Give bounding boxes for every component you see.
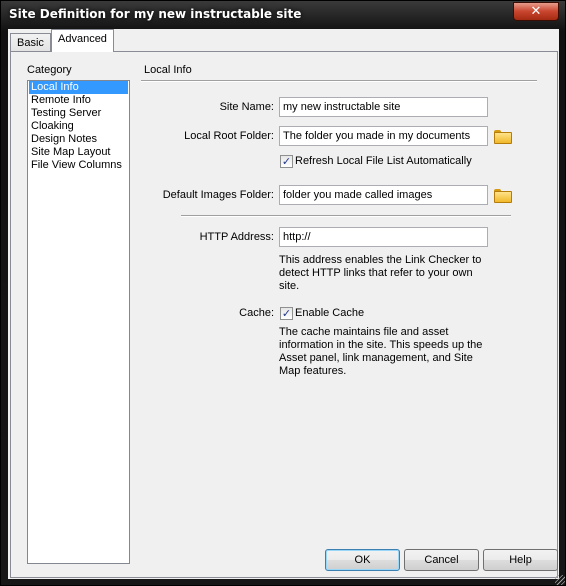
folder-icon[interactable]	[494, 130, 512, 144]
category-list[interactable]: Local Info Remote Info Testing Server Cl…	[27, 80, 130, 564]
category-item-file-view-columns[interactable]: File View Columns	[29, 159, 128, 172]
cache-label: Cache:	[239, 307, 274, 319]
tab-advanced[interactable]: Advanced	[51, 29, 114, 52]
window-title: Site Definition for my new instructable …	[9, 7, 302, 21]
local-root-folder-label: Local Root Folder:	[184, 130, 274, 142]
site-name-input[interactable]: my new instructable site	[279, 97, 488, 117]
http-address-input[interactable]: http://	[279, 227, 488, 247]
http-address-description: This address enables the Link Checker to…	[279, 254, 482, 292]
section-title: Local Info	[144, 64, 192, 76]
close-button[interactable]: ✕	[513, 2, 559, 21]
category-item-local-info[interactable]: Local Info	[29, 81, 128, 94]
cache-description: The cache maintains file and asset infor…	[279, 326, 483, 377]
enable-cache-label[interactable]: Enable Cache	[295, 307, 364, 319]
default-images-folder-label: Default Images Folder:	[162, 189, 274, 201]
resize-grip[interactable]	[555, 575, 565, 585]
divider	[181, 215, 511, 217]
category-item-site-map-layout[interactable]: Site Map Layout	[29, 146, 128, 159]
category-item-design-notes[interactable]: Design Notes	[29, 133, 128, 146]
folder-icon[interactable]	[494, 189, 512, 203]
help-button[interactable]: Help	[483, 549, 558, 571]
local-root-folder-input[interactable]: The folder you made in my documents	[279, 126, 488, 146]
default-images-folder-input[interactable]: folder you made called images	[279, 185, 488, 205]
site-name-label: Site Name:	[219, 101, 274, 113]
category-item-remote-info[interactable]: Remote Info	[29, 94, 128, 107]
ok-button[interactable]: OK	[325, 549, 400, 571]
dialog-window: Site Definition for my new instructable …	[0, 0, 566, 586]
tab-basic[interactable]: Basic	[10, 33, 51, 51]
close-icon: ✕	[530, 4, 542, 19]
category-heading: Category	[27, 64, 72, 76]
section-divider	[141, 80, 537, 82]
category-item-cloaking[interactable]: Cloaking	[29, 120, 128, 133]
title-bar[interactable]: Site Definition for my new instructable …	[1, 1, 566, 29]
dialog-client: Basic Advanced Category Local Info Remot…	[8, 29, 559, 579]
refresh-checkbox-label[interactable]: Refresh Local File List Automatically	[295, 155, 472, 167]
advanced-panel: Category Local Info Remote Info Testing …	[10, 51, 558, 578]
http-address-label: HTTP Address:	[199, 231, 274, 243]
cancel-button[interactable]: Cancel	[404, 549, 479, 571]
enable-cache-checkbox[interactable]: ✓	[280, 307, 293, 320]
refresh-checkbox[interactable]: ✓	[280, 155, 293, 168]
category-item-testing-server[interactable]: Testing Server	[29, 107, 128, 120]
